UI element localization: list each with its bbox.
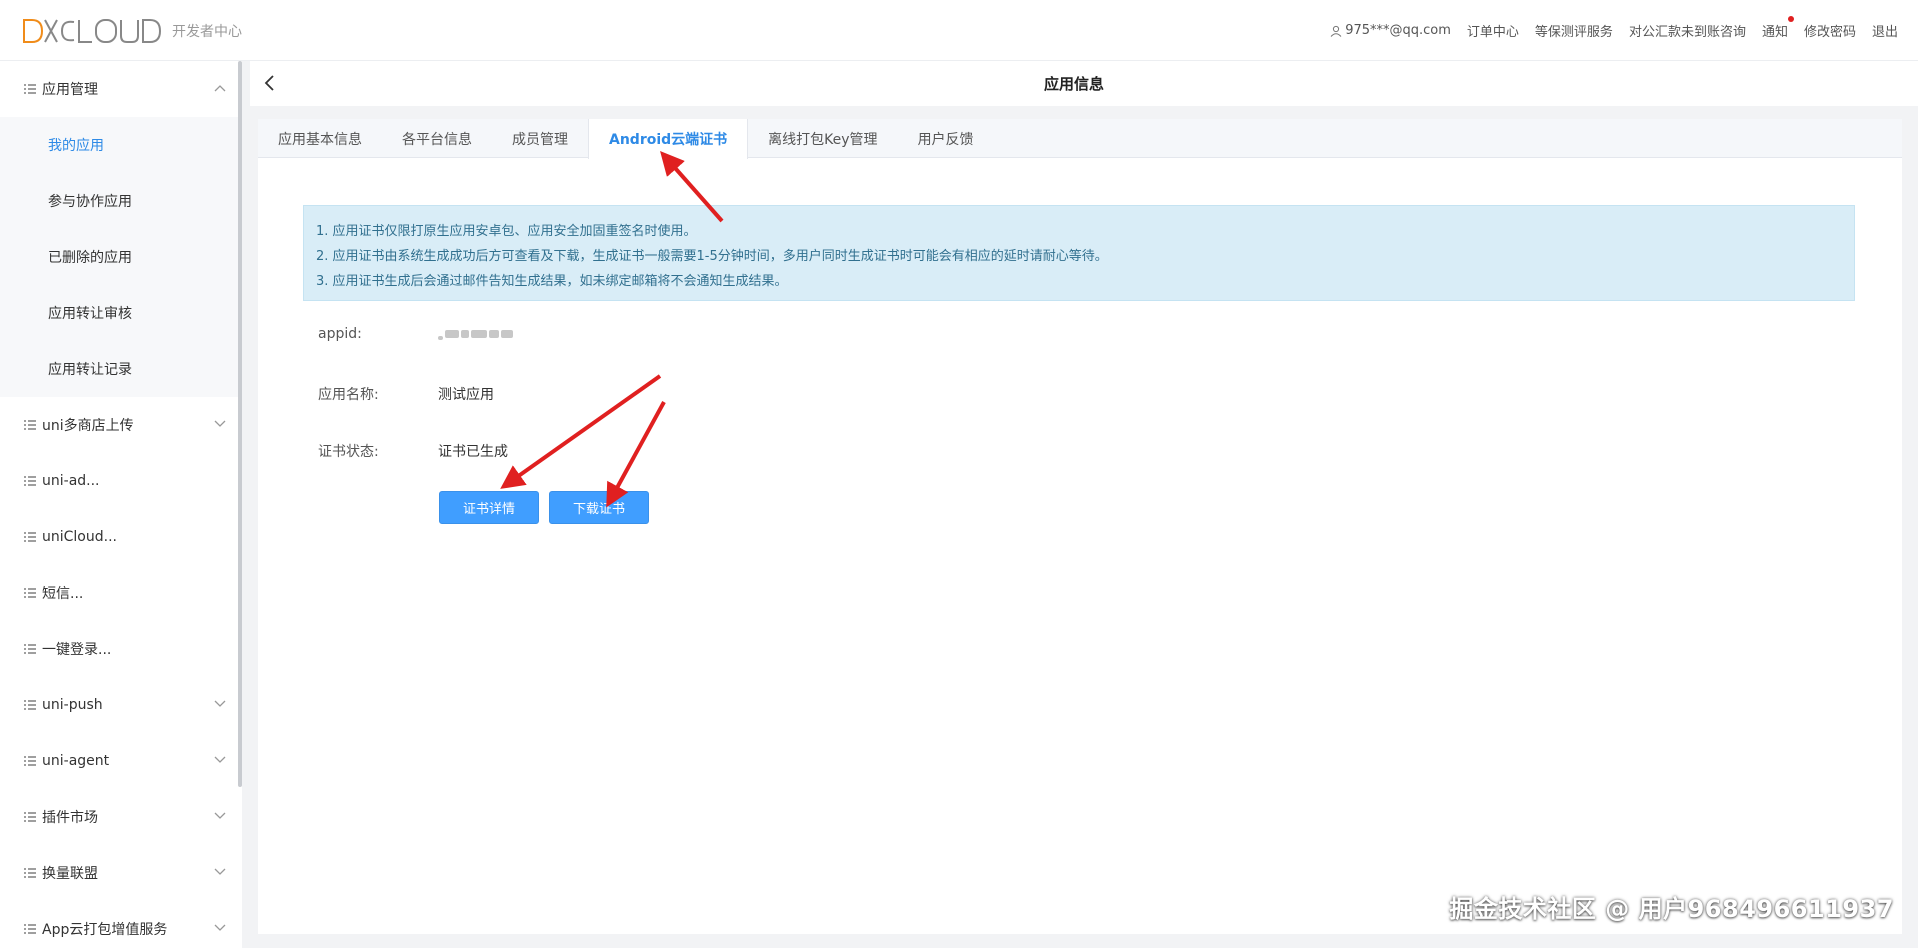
content-card: 应用基本信息 各平台信息 成员管理 Android云端证书 离线打包Key管理 … — [258, 119, 1902, 934]
brand-subtitle: 开发者中心 — [172, 24, 242, 40]
sidebar-group-label: uni-ad... — [42, 473, 100, 489]
sidebar-group-label: 插件市场 — [42, 810, 98, 826]
top-nav: 975***@qq.com 订单中心 等保测评服务 对公汇款未到账咨询 通知 修… — [1330, 0, 1898, 61]
notice-line: 2. 应用证书由系统生成成功后方可查看及下载，生成证书一般需要1-5分钟时间，多… — [316, 249, 1108, 264]
sidebar-group-app-manage[interactable]: 应用管理 — [0, 61, 242, 117]
notify-label: 通知 — [1761, 25, 1788, 40]
remit-consult-link[interactable]: 对公汇款未到账咨询 — [1629, 21, 1746, 40]
tab-android-cert[interactable]: Android云端证书 — [588, 119, 749, 159]
sidebar-group-unicloud[interactable]: uniCloud... — [0, 509, 242, 565]
sidebar: 应用管理 我的应用 参与协作应用 已删除的应用 应用转让审核 应用转让记录 un… — [0, 61, 242, 948]
sidebar-group-uni-agent[interactable]: uni-agent — [0, 733, 242, 789]
chevron-up-icon — [214, 85, 226, 92]
sidebar-group-label: uniCloud... — [42, 529, 117, 545]
cert-detail-button[interactable]: 证书详情 — [439, 491, 539, 524]
sidebar-group-label: 应用管理 — [42, 82, 98, 98]
list-icon — [24, 812, 36, 822]
user-account-link[interactable]: 975***@qq.com — [1330, 23, 1451, 38]
notify-link[interactable]: 通知 — [1761, 16, 1794, 40]
list-icon — [24, 476, 36, 486]
tab-offline-key[interactable]: 离线打包Key管理 — [748, 119, 897, 158]
tab-platform-info[interactable]: 各平台信息 — [382, 119, 492, 158]
cert-status-value: 证书已生成 — [438, 444, 508, 460]
user-icon — [1330, 25, 1342, 37]
sidebar-item-collab-apps[interactable]: 参与协作应用 — [0, 173, 242, 229]
tab-bar: 应用基本信息 各平台信息 成员管理 Android云端证书 离线打包Key管理 … — [258, 119, 1902, 159]
sidebar-item-my-apps[interactable]: 我的应用 — [0, 117, 242, 173]
sidebar-scrollbar[interactable] — [238, 61, 242, 787]
chevron-down-icon — [214, 700, 226, 707]
cert-notice: 1. 应用证书仅限打原生应用安卓包、应用安全加固重签名时使用。 2. 应用证书由… — [303, 205, 1855, 301]
sidebar-group-label: App云打包增值服务 — [42, 922, 168, 938]
sidebar-item-transfer-records[interactable]: 应用转让记录 — [0, 341, 242, 397]
chevron-down-icon — [214, 420, 226, 427]
sidebar-group-uni-push[interactable]: uni-push — [0, 677, 242, 733]
appid-label: appid: — [318, 326, 362, 342]
tab-members[interactable]: 成员管理 — [492, 119, 588, 158]
sidebar-group-multi-store[interactable]: uni多商店上传 — [0, 397, 242, 453]
tab-basic-info[interactable]: 应用基本信息 — [258, 119, 382, 158]
sidebar-group-label: 短信... — [42, 586, 84, 602]
list-icon — [24, 532, 36, 542]
chevron-down-icon — [214, 812, 226, 819]
user-email: 975***@qq.com — [1345, 23, 1451, 38]
security-service-link[interactable]: 等保测评服务 — [1535, 21, 1613, 40]
dcloud-logo — [23, 19, 162, 43]
list-icon — [24, 420, 36, 430]
chevron-down-icon — [214, 868, 226, 875]
list-icon — [24, 868, 36, 878]
top-bar: 开发者中心 975***@qq.com 订单中心 等保测评服务 对公汇款未到账咨… — [0, 0, 1918, 61]
watermark: 掘金技术社区 @ 用户968496611937 — [1449, 895, 1894, 923]
sidebar-group-sms[interactable]: 短信... — [0, 565, 242, 621]
tab-feedback[interactable]: 用户反馈 — [898, 119, 994, 158]
sidebar-group-uni-ad[interactable]: uni-ad... — [0, 453, 242, 509]
page-title: 应用信息 — [1043, 75, 1104, 93]
list-icon — [24, 644, 36, 654]
app-name-row: 应用名称: 测试应用 — [318, 384, 494, 404]
app-name-label: 应用名称: — [318, 387, 379, 403]
sidebar-group-label: uni-agent — [42, 753, 110, 769]
appid-value-redacted — [438, 328, 513, 340]
sidebar-item-deleted-apps[interactable]: 已删除的应用 — [0, 229, 242, 285]
logout-link[interactable]: 退出 — [1872, 21, 1898, 40]
back-arrow-icon[interactable] — [258, 72, 282, 96]
download-cert-button[interactable]: 下载证书 — [549, 491, 649, 524]
page-header: 应用信息 — [250, 61, 1918, 106]
list-icon — [24, 84, 36, 94]
sidebar-item-transfer-review[interactable]: 应用转让审核 — [0, 285, 242, 341]
sidebar-group-app-pack[interactable]: App云打包增值服务 — [0, 901, 242, 948]
sidebar-group-plugin-market[interactable]: 插件市场 — [0, 789, 242, 845]
list-icon — [24, 756, 36, 766]
notice-line: 3. 应用证书生成后会通过邮件告知生成结果，如未绑定邮箱将不会通知生成结果。 — [316, 274, 788, 289]
sidebar-group-label: 一键登录... — [42, 642, 112, 658]
list-icon — [24, 700, 36, 710]
sidebar-group-label: uni-push — [42, 697, 103, 713]
chevron-down-icon — [214, 924, 226, 931]
orders-link[interactable]: 订单中心 — [1467, 21, 1519, 40]
list-icon — [24, 924, 36, 934]
notice-line: 1. 应用证书仅限打原生应用安卓包、应用安全加固重签名时使用。 — [316, 224, 697, 239]
unread-dot — [1787, 16, 1794, 22]
app-name-value: 测试应用 — [438, 387, 494, 403]
sidebar-group-exchange[interactable]: 换量联盟 — [0, 845, 242, 901]
cert-status-row: 证书状态: 证书已生成 — [318, 441, 508, 461]
cert-status-label: 证书状态: — [318, 444, 379, 460]
appid-row: appid: — [318, 326, 513, 342]
brand-logo[interactable]: 开发者中心 — [22, 16, 242, 46]
change-password-link[interactable]: 修改密码 — [1804, 21, 1856, 40]
sidebar-group-label: uni多商店上传 — [42, 418, 134, 434]
app-manage-submenu: 我的应用 参与协作应用 已删除的应用 应用转让审核 应用转让记录 — [0, 117, 242, 397]
sidebar-group-label: 换量联盟 — [42, 866, 98, 882]
sidebar-group-onekey-login[interactable]: 一键登录... — [0, 621, 242, 677]
list-icon — [24, 588, 36, 598]
chevron-down-icon — [214, 756, 226, 763]
